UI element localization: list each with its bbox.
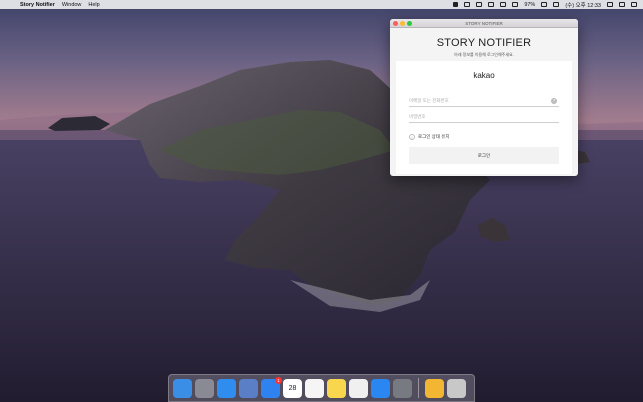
- app-heading: STORY NOTIFIER: [436, 37, 532, 49]
- dock-separator: [418, 378, 419, 398]
- password-field[interactable]: 비밀번호: [409, 111, 559, 123]
- login-button[interactable]: 로그인: [409, 147, 559, 164]
- reminders-icon[interactable]: [305, 378, 324, 398]
- app-store-icon[interactable]: [371, 378, 390, 398]
- window-title: STORY NOTIFIER: [465, 21, 503, 26]
- login-panel: kakao 이메일 또는 전화번호 ? 비밀번호 ✓ 로그인 상태 유지 로그인: [396, 61, 572, 174]
- notes-icon[interactable]: [327, 378, 346, 398]
- user-icon[interactable]: [607, 2, 613, 7]
- time-machine-icon[interactable]: [488, 2, 495, 7]
- keep-login-label: 로그인 상태 유지: [418, 134, 450, 139]
- dock: 1 28: [168, 374, 475, 402]
- menu-bar: Story Notifier Window Help 97% (수) 오후 12…: [0, 0, 643, 9]
- email-placeholder: 이메일 또는 전화번호: [409, 97, 449, 103]
- check-icon[interactable]: ✓: [409, 134, 415, 140]
- help-icon[interactable]: ?: [551, 98, 557, 104]
- bluetooth-icon[interactable]: [500, 2, 507, 7]
- safari-icon[interactable]: [217, 378, 236, 398]
- story-tray-icon[interactable]: [453, 2, 459, 7]
- keyboard-icon[interactable]: [476, 2, 483, 7]
- menu-clock[interactable]: (수) 오후 12:33: [565, 1, 601, 9]
- system-preferences-icon[interactable]: [393, 378, 412, 398]
- calendar-date: 28: [288, 384, 297, 392]
- control-center-icon[interactable]: [631, 2, 637, 7]
- notification-badge: 1: [275, 376, 282, 384]
- password-placeholder: 비밀번호: [409, 113, 426, 119]
- story-notifier-window: STORY NOTIFIER STORY NOTIFIER 아래 정보를 이용해…: [390, 19, 578, 176]
- input-source-icon[interactable]: [553, 2, 560, 7]
- menu-help[interactable]: Help: [88, 2, 99, 8]
- wifi-icon[interactable]: [512, 2, 519, 7]
- story-notifier-icon[interactable]: [425, 378, 444, 398]
- calendar-icon[interactable]: 28: [283, 378, 302, 398]
- battery-percent[interactable]: 97%: [524, 2, 535, 8]
- launchpad-icon[interactable]: [195, 378, 214, 398]
- mail-icon[interactable]: [239, 378, 258, 398]
- spotlight-icon[interactable]: [619, 2, 625, 7]
- window-titlebar[interactable]: STORY NOTIFIER: [390, 19, 578, 28]
- finder-icon[interactable]: [173, 378, 192, 398]
- trash-icon[interactable]: [447, 378, 466, 398]
- status-tray: 97% (수) 오후 12:33: [453, 1, 637, 9]
- messages-icon[interactable]: 1: [261, 376, 282, 398]
- email-field[interactable]: 이메일 또는 전화번호 ?: [409, 95, 559, 107]
- menu-window[interactable]: Window: [62, 2, 82, 8]
- battery-icon[interactable]: [541, 2, 548, 7]
- kakao-logo: kakao: [473, 71, 495, 80]
- music-icon[interactable]: [349, 378, 368, 398]
- keep-login-checkbox[interactable]: ✓ 로그인 상태 유지: [409, 134, 449, 140]
- display-icon[interactable]: [464, 2, 471, 7]
- login-instruction: 아래 정보를 이용해 로그인해주세요.: [454, 52, 514, 57]
- menu-app-name[interactable]: Story Notifier: [20, 2, 55, 8]
